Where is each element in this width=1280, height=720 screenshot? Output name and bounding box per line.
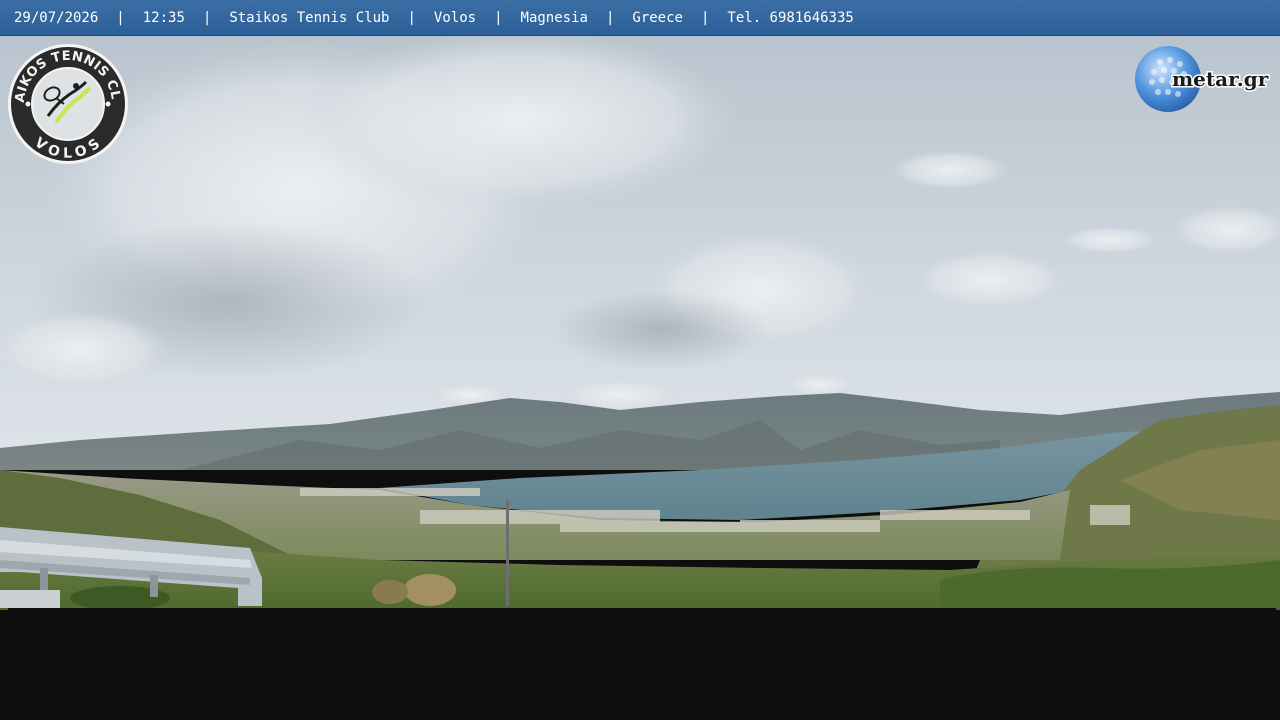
city-text: Volos	[433, 9, 477, 26]
phone-text: Tel. 6981646335	[727, 9, 854, 26]
separator: |	[116, 9, 125, 26]
separator: |	[700, 9, 710, 26]
date-text: 29/07/2026	[14, 9, 99, 26]
separator: |	[605, 9, 615, 26]
bottom-black-panel	[8, 608, 1276, 716]
club-logo: STAIKOS TENNIS CLUB VOLOS	[6, 42, 128, 164]
country-text: Greece	[632, 9, 683, 26]
metar-logo: metar.gr	[1135, 46, 1270, 112]
metar-logo-text: metar.gr	[1172, 67, 1269, 91]
region-text: Magnesia	[520, 9, 588, 26]
webcam-frame: 29/07/2026 | 12:35 | Staikos Tennis Club…	[0, 0, 1280, 720]
venue-text: Staikos Tennis Club	[229, 9, 390, 26]
separator: |	[407, 9, 416, 26]
separator: |	[202, 9, 212, 26]
separator: |	[494, 9, 503, 26]
time-text: 12:35	[142, 9, 185, 26]
info-bar: 29/07/2026 | 12:35 | Staikos Tennis Club…	[0, 0, 1280, 36]
